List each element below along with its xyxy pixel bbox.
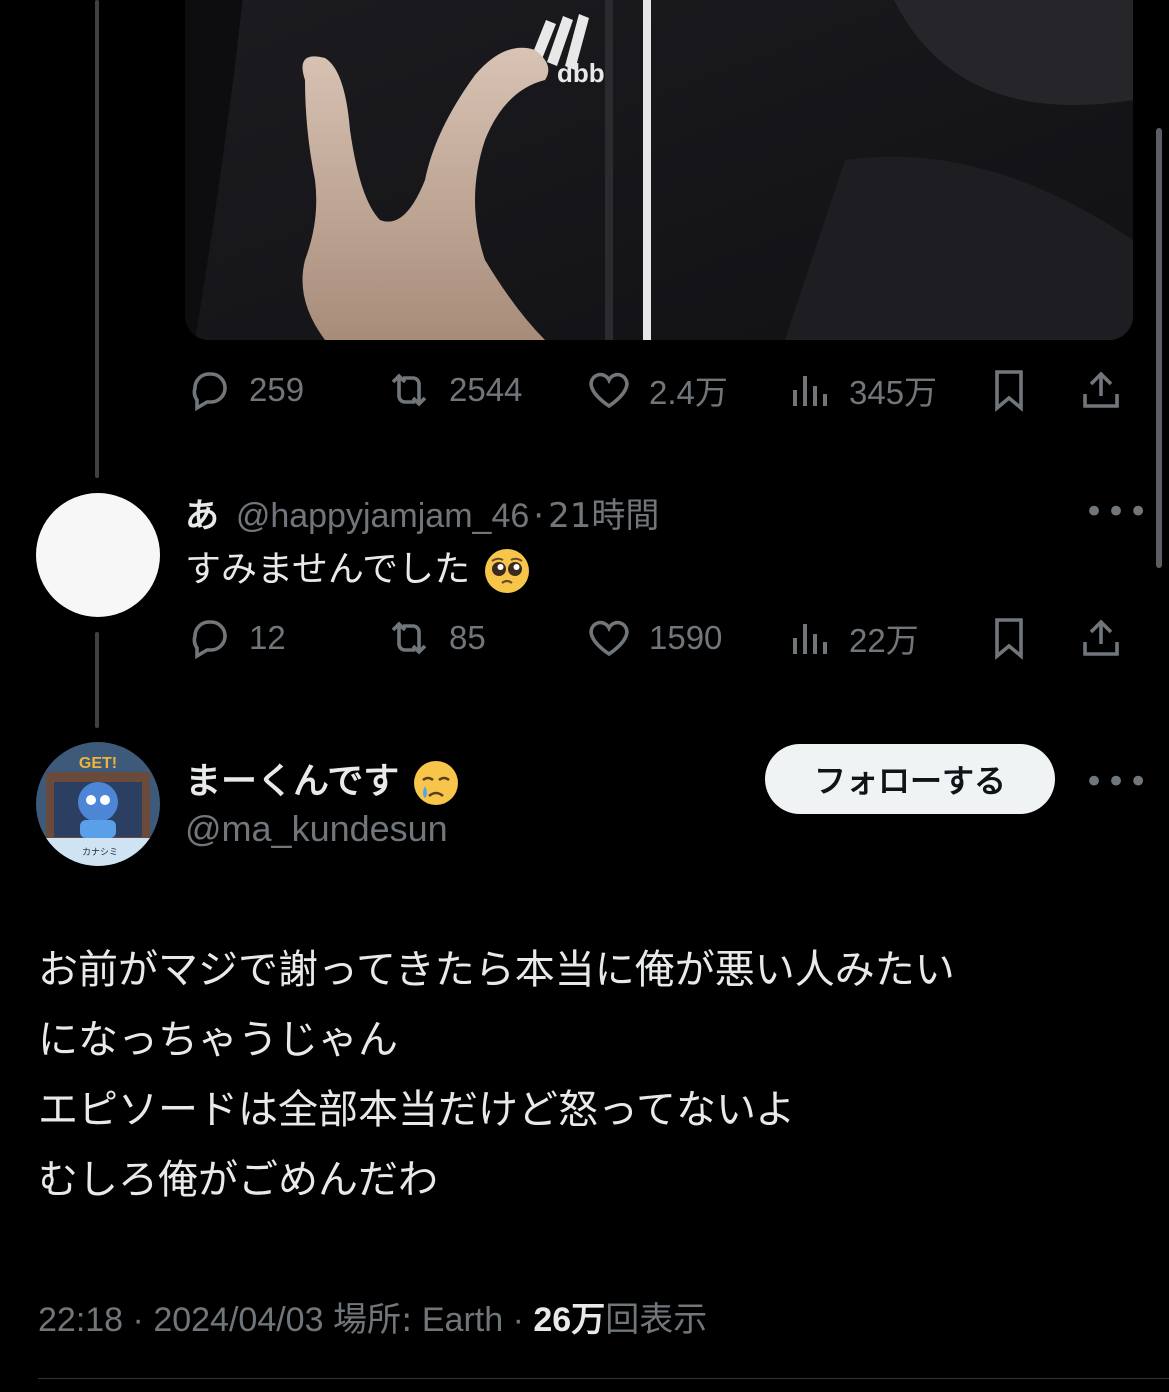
like-count: 2.4万 xyxy=(649,374,728,411)
reply-avatar[interactable] xyxy=(36,493,160,617)
reply-views-button[interactable]: 22万 xyxy=(785,608,919,668)
reply-actions-bar: 12 85 1590 22万 xyxy=(185,608,1133,668)
views-count: 345万 xyxy=(849,374,938,411)
views-label: 回表示 xyxy=(605,1300,708,1340)
main-handle[interactable]: @ma_kundesun xyxy=(185,808,448,850)
main-name-row: まーくんです xyxy=(185,752,461,808)
tweet-media-image[interactable]: dbb xyxy=(185,0,1133,340)
reply-views-count: 22万 xyxy=(849,622,919,659)
scrollbar[interactable] xyxy=(1156,128,1162,568)
meta-separator: · xyxy=(512,1301,524,1339)
body-line: お前がマジで謝ってきたら本当に俺が悪い人みたい xyxy=(38,947,955,993)
reply-separator: · xyxy=(533,496,545,536)
reply-like-button[interactable]: 1590 xyxy=(585,608,722,668)
reply-icon xyxy=(192,372,227,412)
body-line: むしろ俺がごめんだわ xyxy=(38,1157,438,1203)
retweet-icon xyxy=(391,621,427,655)
bookmark-icon xyxy=(995,618,1023,660)
avatar-badge-text: GET! xyxy=(79,755,117,772)
like-icon xyxy=(589,372,629,409)
location-label: 場所: xyxy=(332,1300,413,1340)
reply-time[interactable]: 21時間 xyxy=(548,496,659,536)
svg-text:dbb: dbb xyxy=(557,58,605,88)
bottom-divider xyxy=(38,1378,1169,1379)
meta-separator: · xyxy=(132,1301,144,1339)
main-avatar[interactable]: GET! カナシミ xyxy=(36,742,160,866)
bookmark-button[interactable] xyxy=(985,360,1049,420)
share-button[interactable] xyxy=(1077,360,1141,420)
avatar-caption-text: カナシミ xyxy=(82,847,118,858)
thread-line-bottom xyxy=(95,632,99,728)
retweet-count: 2544 xyxy=(449,371,523,408)
views-button[interactable]: 345万 xyxy=(785,360,937,420)
share-icon xyxy=(1083,371,1119,408)
pleading-face-emoji xyxy=(484,549,529,593)
views-icon xyxy=(793,376,827,406)
tweet-actions-bar: 259 2544 2.4万 345万 xyxy=(185,360,1133,420)
reply-share-button[interactable] xyxy=(1077,608,1141,668)
location-value: Earth xyxy=(421,1301,504,1339)
share-icon xyxy=(1083,619,1119,656)
body-line: になっちゃうじゃん xyxy=(38,1017,398,1063)
retweet-icon xyxy=(391,373,427,407)
reply-icon xyxy=(192,620,227,660)
tweet-time[interactable]: 22:18 xyxy=(38,1301,123,1339)
reply-count: 259 xyxy=(249,371,305,408)
reply-more-icon[interactable]: ••• xyxy=(1084,492,1150,532)
main-more-icon[interactable]: ••• xyxy=(1084,762,1150,802)
reply-bookmark-button[interactable] xyxy=(985,608,1049,668)
sadness-character-avatar: GET! カナシミ xyxy=(36,742,160,866)
reply-button[interactable]: 259 xyxy=(185,360,304,420)
reply-header: あ @happyjamjam_46 · 21時間 xyxy=(185,488,659,537)
reply-text: すみませんでした xyxy=(185,549,471,590)
bookmark-icon xyxy=(995,370,1023,412)
reply-text-container: すみませんでした xyxy=(185,540,532,596)
reply-retweet-count: 85 xyxy=(449,619,486,656)
reply-reply-count: 12 xyxy=(249,619,286,656)
main-display-name[interactable]: まーくんです xyxy=(185,761,399,802)
follow-button[interactable]: フォローする xyxy=(765,744,1055,814)
thread-line-top xyxy=(95,0,99,478)
retweet-button[interactable]: 2544 xyxy=(385,360,522,420)
tweet-meta: 22:18 · 2024/04/03 場所: Earth · 26万回表示 xyxy=(38,1292,707,1341)
reply-like-count: 1590 xyxy=(649,619,723,656)
main-tweet-body: お前がマジで謝ってきたら本当に俺が悪い人みたい になっちゃうじゃん エピソードは… xyxy=(38,935,1118,1215)
like-button[interactable]: 2.4万 xyxy=(585,360,728,420)
tweet-date[interactable]: 2024/04/03 xyxy=(153,1301,323,1339)
reply-display-name[interactable]: あ xyxy=(185,496,219,536)
crying-face-emoji xyxy=(413,761,458,805)
body-line: エピソードは全部本当だけど怒ってないよ xyxy=(38,1087,796,1133)
reply-reply-button[interactable]: 12 xyxy=(185,608,286,668)
views-icon xyxy=(793,624,827,654)
hoodie-hand-photo: dbb xyxy=(185,0,1133,340)
reply-retweet-button[interactable]: 85 xyxy=(385,608,486,668)
like-icon xyxy=(589,620,629,657)
views-total-count: 26万 xyxy=(533,1301,606,1339)
reply-handle[interactable]: @happyjamjam_46 xyxy=(236,497,529,535)
